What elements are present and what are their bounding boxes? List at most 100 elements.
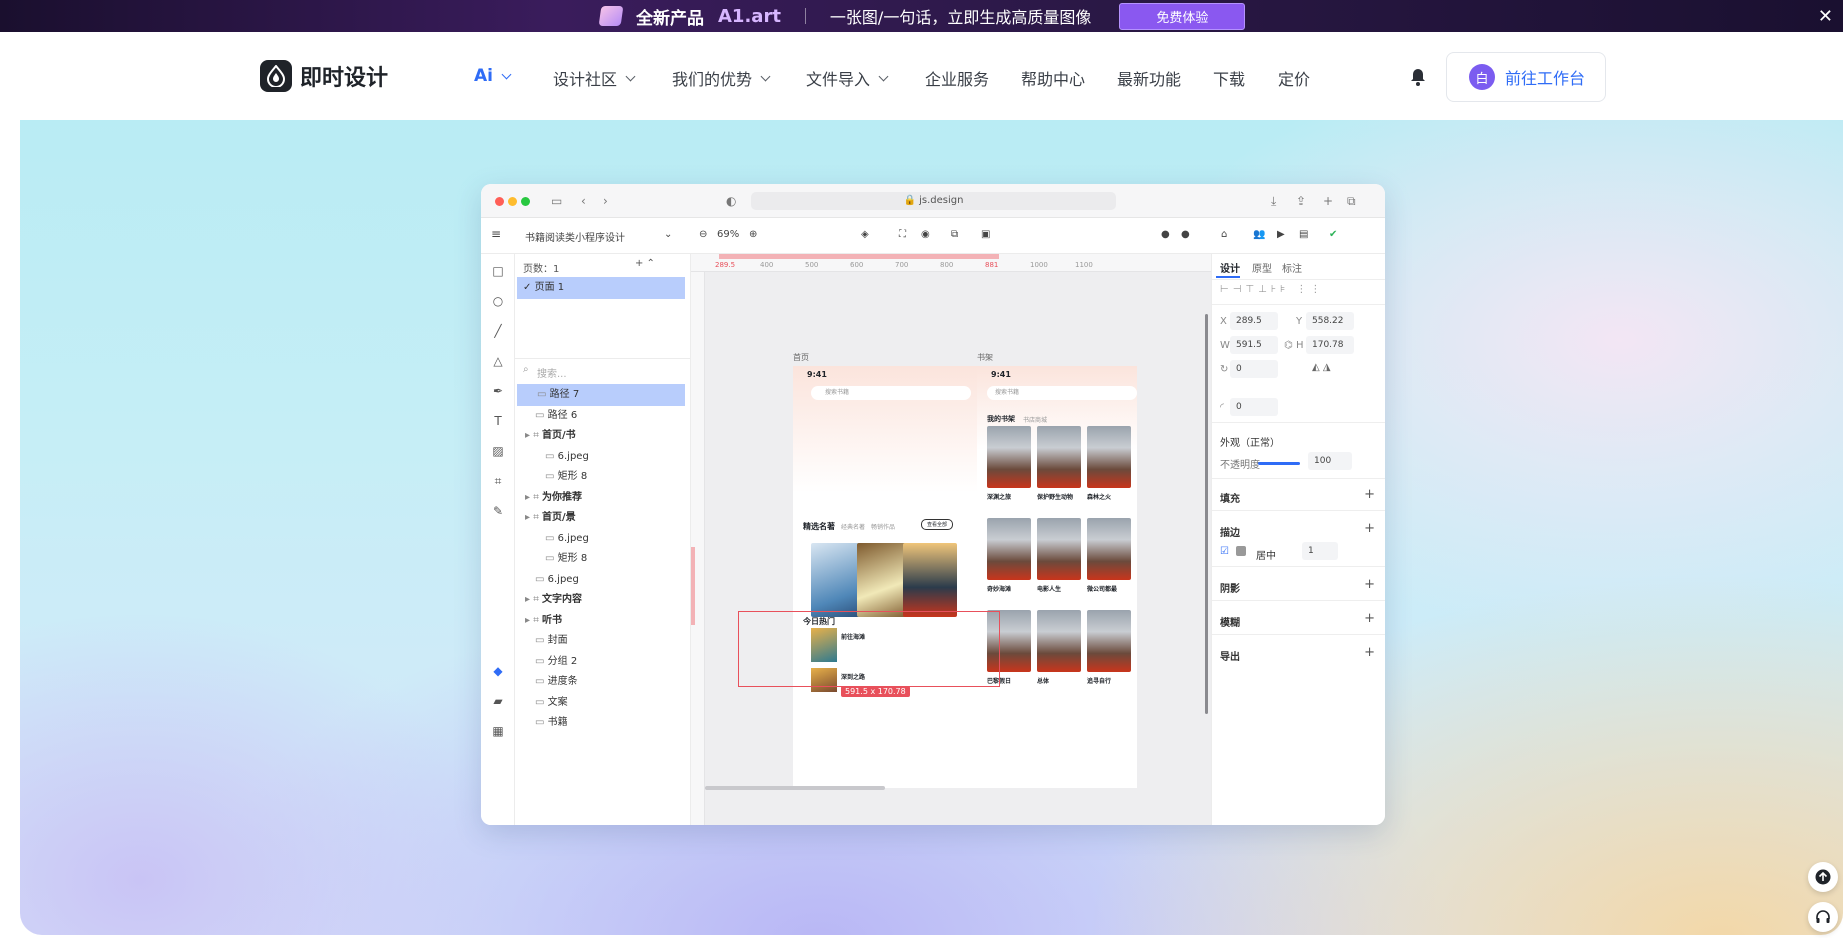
- book-title: 保护野生动物: [1037, 494, 1074, 501]
- nav-item-label: 下载: [1213, 70, 1246, 89]
- pages-count: 页数：1: [523, 264, 560, 275]
- tab-label: 我的书架: [987, 415, 1015, 423]
- layer-row: ▭ 矩形 8: [515, 466, 683, 488]
- layer-label: 矩形 8: [557, 553, 588, 564]
- layer-type-icon: ▭: [545, 450, 558, 462]
- stroke-section: 描边: [1220, 528, 1240, 539]
- layer-type-icon: ▭: [535, 409, 548, 421]
- layer-row: ▭ 路径 6: [515, 405, 683, 427]
- nav-item-enterprise[interactable]: 企业服务: [925, 66, 989, 90]
- close-icon[interactable]: ✕: [1818, 6, 1833, 27]
- layout-icon: ▤: [1299, 229, 1309, 240]
- layer-row: ▭ 封面: [515, 630, 683, 652]
- ellipse-tool-icon: ○: [492, 294, 504, 308]
- brush-tool-icon: ✎: [492, 504, 504, 518]
- rotation-field: 0: [1230, 360, 1278, 378]
- ruler-tick: 500: [805, 261, 819, 269]
- horizontal-scrollbar: [705, 786, 885, 790]
- layer-type-icon: ▭: [545, 553, 558, 564]
- book-cover: [987, 426, 1031, 488]
- tab-label: 畅销作品: [871, 524, 896, 531]
- layer-row: ▭ 6.jpeg: [515, 569, 683, 591]
- maximize-dot: [521, 197, 530, 206]
- rotation-icon: ↻: [1220, 364, 1229, 375]
- logo[interactable]: 即时设计: [260, 60, 388, 92]
- ruler-tick: 600: [850, 261, 864, 269]
- stroke-align: 居中: [1256, 551, 1276, 562]
- layers-icon: ◆: [493, 664, 503, 678]
- design-canvas: 289.5 400 500 600 700 800 881 1000 1100 首页 9:41 …: [691, 254, 1211, 825]
- add-icon: +: [1364, 645, 1375, 660]
- horizontal-ruler: 289.5 400 500 600 700 800 881 1000 1100: [691, 254, 1211, 272]
- book-cover: [903, 543, 957, 617]
- layer-label: 6.jpeg: [557, 532, 589, 544]
- book-title: 追寻自行: [1087, 678, 1112, 685]
- layer-label: 6.jpeg: [557, 450, 589, 462]
- bell-icon[interactable]: [1410, 68, 1426, 90]
- chevron-down-icon: [625, 71, 636, 81]
- editor-toolbar: ≡ 书籍阅读类小程序设计 ⌄ ⊖ 69% ⊕ ◈ ⛶ ◉ ⧉ ▣ ● ● ⌂ 👥…: [481, 218, 1385, 254]
- minimize-dot: [508, 197, 517, 206]
- book-title: 森林之火: [1087, 494, 1112, 501]
- book-cover: [1037, 518, 1081, 580]
- url-text: js.design: [919, 195, 964, 206]
- nav-item-advantages[interactable]: 我们的优势: [672, 66, 771, 90]
- nav-item-label: 定价: [1278, 70, 1311, 89]
- layer-label: 文案: [547, 696, 568, 708]
- tab-annotation: 标注: [1282, 264, 1302, 275]
- search-bar: 搜索书籍: [811, 386, 971, 400]
- polygon-tool-icon: △: [493, 354, 503, 368]
- y-field: 558.22: [1306, 312, 1354, 330]
- layer-type-icon: ▸ ⌗: [525, 594, 543, 605]
- back-to-top-button[interactable]: [1808, 862, 1838, 892]
- layer-type-icon: ▭: [535, 573, 548, 585]
- shadow-section: 阴影: [1220, 584, 1240, 595]
- chevron-down-icon: ⌄: [664, 229, 673, 240]
- layer-label: 首页/书: [542, 430, 576, 441]
- layer-label: 首页/景: [542, 512, 576, 523]
- nav-item-community[interactable]: 设计社区: [553, 66, 636, 90]
- collaborator-avatar: ●: [1161, 229, 1170, 240]
- nav-item-file-import[interactable]: 文件导入: [806, 66, 889, 90]
- nav-item-ai[interactable]: Ai: [474, 66, 512, 86]
- layer-type-icon: ▭: [535, 696, 548, 708]
- selection-size-label: 591.5 x 170.78: [841, 686, 910, 697]
- nav-item-label: 帮助中心: [1021, 70, 1086, 89]
- book-title: 总体: [1037, 678, 1050, 685]
- stroke-width-field: 1: [1302, 542, 1338, 560]
- book-title: 微公司都最: [1087, 586, 1118, 593]
- menu-icon: ≡: [491, 227, 502, 241]
- boolean-icon: ⧉: [951, 229, 959, 240]
- team-icon: 👥: [1253, 229, 1266, 240]
- nav-item-download[interactable]: 下载: [1213, 66, 1245, 90]
- privacy-icon: ◐: [726, 194, 737, 208]
- active-tab-indicator: [1216, 276, 1240, 278]
- library-icon: ⌂: [1221, 229, 1228, 240]
- layer-row: ▭ 进度条: [515, 671, 683, 693]
- add-icon: +: [1364, 487, 1375, 502]
- workbench-label: 前往工作台: [1505, 69, 1586, 88]
- ruler-tick: 400: [760, 261, 774, 269]
- promo-banner[interactable]: 全新产品 A1.art 一张图/一句话，立即生成高质量图像 免费体验 ✕: [0, 0, 1843, 32]
- layer-row: ▭ 文案: [515, 692, 683, 714]
- layer-type-icon: ▭: [537, 389, 550, 400]
- play-icon: ▶: [1277, 229, 1285, 240]
- link-icon: ⌬: [1284, 340, 1293, 351]
- nav-item-help[interactable]: 帮助中心: [1021, 66, 1085, 90]
- free-trial-button[interactable]: 免费体验: [1119, 2, 1246, 30]
- close-dot: [495, 197, 504, 206]
- ruler-tick: 289.5: [715, 261, 736, 269]
- nav-item-new-features[interactable]: 最新功能: [1117, 66, 1181, 90]
- align-icons: ⊢⊣⊤⊥⊦⊧ ⋮⋮: [1220, 284, 1325, 295]
- arrow-up-icon: [1815, 869, 1831, 885]
- layer-row: ▭ 6.jpeg: [515, 528, 683, 550]
- layer-type-icon: ▭: [545, 532, 558, 544]
- frame-title: 首页: [793, 353, 809, 362]
- support-button[interactable]: [1808, 902, 1838, 932]
- go-to-workbench-button[interactable]: 白 前往工作台: [1446, 52, 1606, 102]
- tool-sidebar: □ ○ ╱ △ ✒ T ▨ ⌗ ✎ ◆ ▰ ▦: [481, 254, 515, 825]
- nav-item-pricing[interactable]: 定价: [1278, 66, 1310, 90]
- layer-label: 路径 6: [547, 409, 578, 421]
- layer-label: 封面: [547, 635, 568, 646]
- url-bar: 🔒 js.design: [751, 192, 1116, 210]
